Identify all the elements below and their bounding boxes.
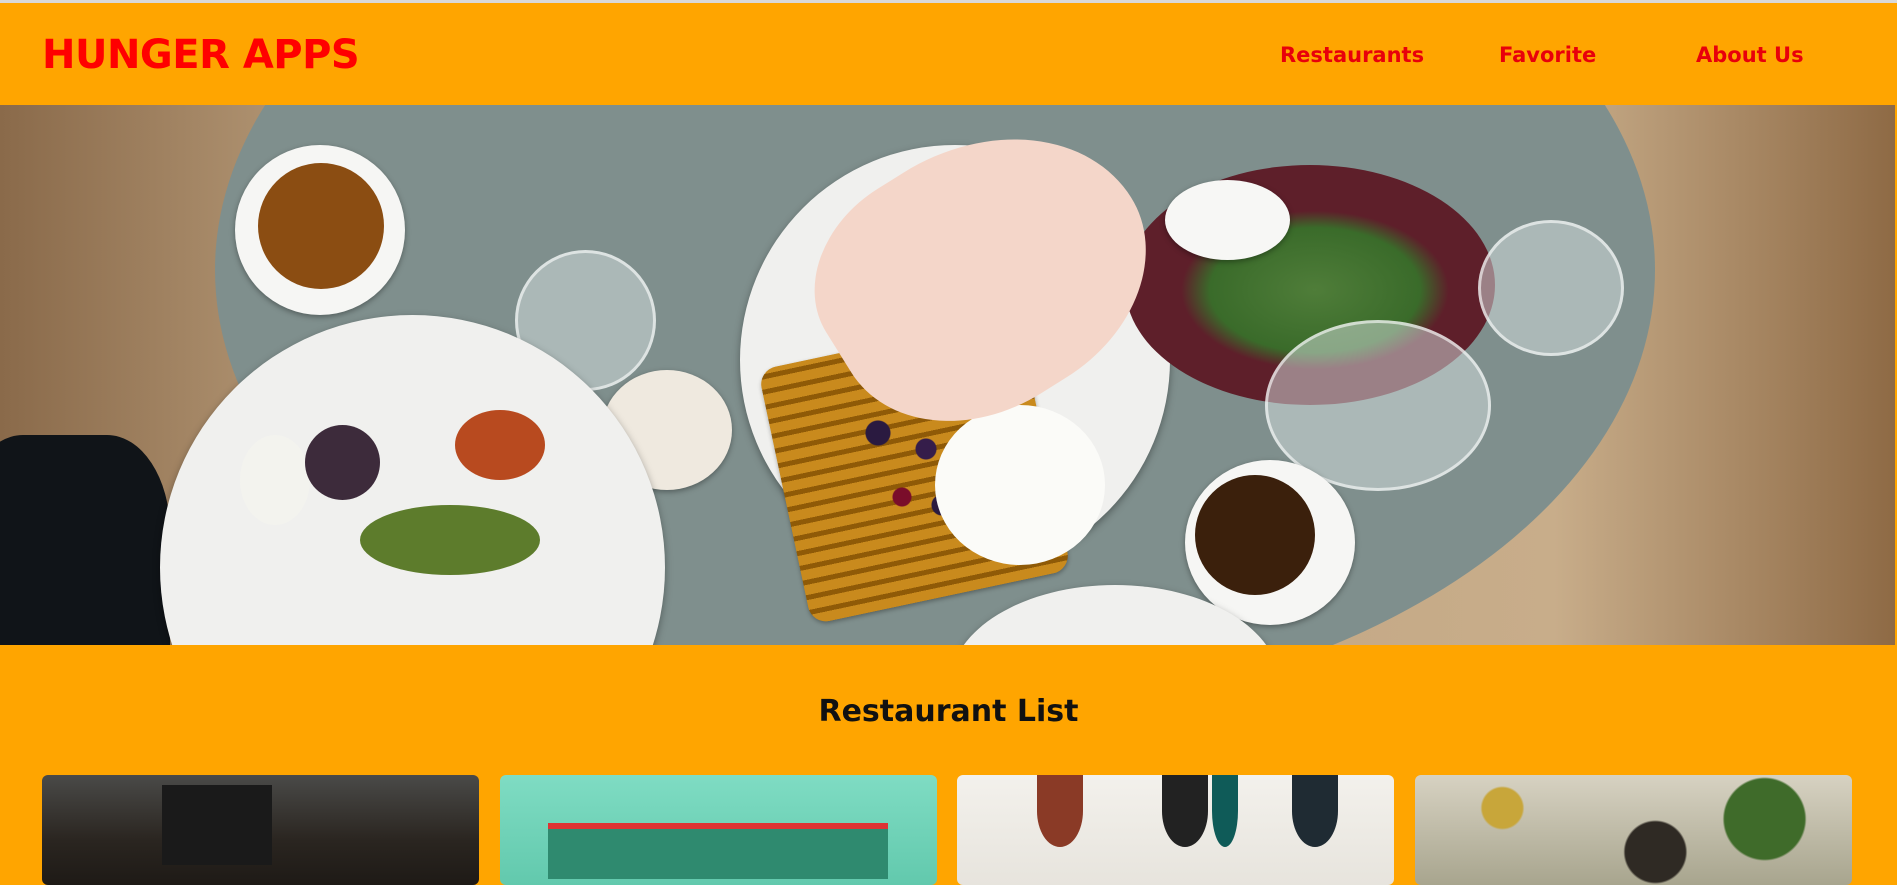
section-title: Restaurant List (818, 694, 1079, 729)
egg-image (240, 435, 310, 525)
hero-dark-area (0, 435, 170, 645)
restaurant-card[interactable] (957, 775, 1394, 885)
lamp-icon (1162, 775, 1208, 847)
cream-image (935, 405, 1105, 565)
navbar: HUNGER APPS Restaurants Favorite About U… (0, 3, 1897, 105)
restaurant-lamps-image (1037, 775, 1083, 847)
water-glass-right-image (1478, 220, 1624, 356)
sausage-image (455, 410, 545, 480)
potato-image (305, 425, 380, 500)
hero-image (0, 105, 1895, 645)
restaurant-card[interactable] (1415, 775, 1852, 885)
nav-link-restaurants[interactable]: Restaurants (1280, 41, 1424, 69)
restaurant-card[interactable] (500, 775, 937, 885)
restaurant-kitchen-image (162, 785, 272, 865)
avocado-image (360, 505, 540, 575)
sauce-bowl-image (1165, 180, 1290, 260)
restaurant-card[interactable] (42, 775, 479, 885)
lamp-icon (1212, 775, 1238, 847)
restaurant-garden-image (1415, 775, 1852, 885)
coffee-right-image (1195, 475, 1315, 595)
brand-logo[interactable]: HUNGER APPS (42, 31, 360, 79)
lamp-icon (1292, 775, 1338, 847)
nav-link-about-us[interactable]: About Us (1696, 41, 1804, 69)
nav-link-favorite[interactable]: Favorite (1499, 41, 1596, 69)
restaurant-storefront-image (548, 823, 888, 879)
coffee-image (258, 163, 384, 289)
